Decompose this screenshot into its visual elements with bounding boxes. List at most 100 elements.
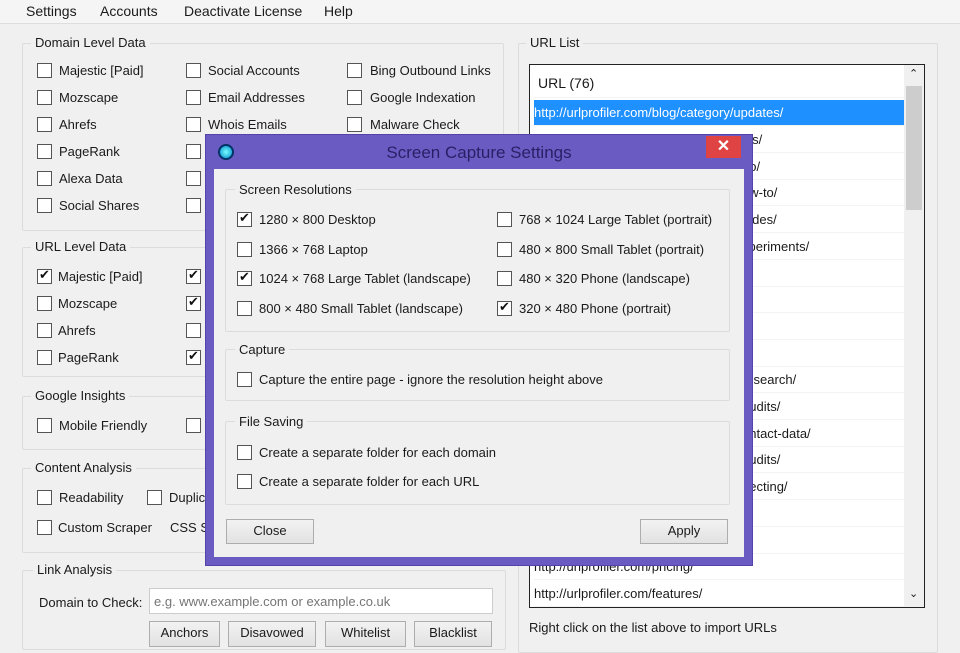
blacklist-button[interactable]: Blacklist [414, 621, 492, 647]
url-level-checkbox[interactable] [37, 350, 52, 365]
url-list-item-selected[interactable]: http://urlprofiler.com/blog/category/upd… [534, 100, 904, 126]
url-level-checkbox[interactable] [186, 267, 201, 284]
resolutions-title: Screen Resolutions [235, 182, 356, 197]
resolution-checkbox[interactable] [237, 210, 252, 227]
domain-option-label: Email Addresses [208, 90, 305, 105]
resolution-checkbox[interactable] [497, 241, 512, 257]
domain-checkbox[interactable] [186, 90, 201, 105]
scroll-down-icon[interactable]: ⌄ [909, 587, 918, 600]
url-level-checkbox[interactable] [186, 294, 201, 311]
scroll-up-icon[interactable]: ⌃ [909, 67, 918, 80]
domain-to-check-input[interactable] [149, 588, 493, 614]
file-saving-group [225, 421, 730, 505]
domain-option-label: Malware Check [370, 117, 460, 132]
url-list-item[interactable]: http://urlprofiler.com/features/ [534, 581, 904, 607]
folder-url-label: Create a separate folder for each URL [259, 474, 480, 489]
domain-checkbox[interactable] [37, 117, 52, 132]
domain-option-label: Google Indexation [370, 90, 476, 105]
menu-help[interactable]: Help [324, 3, 353, 19]
domain-checkbox[interactable] [347, 63, 362, 78]
url-level-checkbox[interactable] [186, 348, 201, 365]
whitelist-button[interactable]: Whitelist [325, 621, 406, 647]
readability-label: Readability [59, 490, 124, 505]
dialog-title: Screen Capture Settings [386, 143, 572, 162]
url-level-checkbox[interactable] [37, 323, 52, 338]
menu-accounts[interactable]: Accounts [100, 3, 158, 19]
domain-checkbox[interactable] [186, 144, 201, 159]
url-list-header[interactable]: URL (76) [534, 68, 904, 98]
close-button[interactable]: Close [226, 519, 314, 544]
folder-url-checkbox[interactable] [237, 474, 252, 489]
content-analysis-group [22, 468, 222, 553]
menu-settings[interactable]: Settings [26, 3, 77, 19]
url-level-option-label: Majestic [Paid] [58, 269, 143, 284]
domain-option-label: Bing Outbound Links [370, 63, 491, 78]
domain-option-label: Alexa Data [59, 171, 123, 186]
file-saving-title: File Saving [235, 414, 308, 429]
resolution-label: 480 × 800 Small Tablet (portrait) [519, 241, 705, 257]
google-insights-checkbox-2[interactable] [186, 418, 201, 433]
mobile-friendly-checkbox[interactable] [37, 418, 52, 433]
capture-title: Capture [235, 342, 290, 357]
url-list-title: URL List [526, 35, 584, 50]
resolution-checkbox[interactable] [497, 271, 512, 286]
domain-checkbox[interactable] [37, 144, 52, 159]
resolution-checkbox[interactable] [237, 269, 252, 286]
resolution-checkbox[interactable] [497, 299, 512, 316]
url-level-checkbox[interactable] [186, 323, 201, 338]
url-level-option-label: Mozscape [58, 296, 118, 311]
domain-option-label: Social Shares [59, 198, 140, 213]
domain-option-label: Whois Emails [208, 117, 287, 132]
google-insights-title: Google Insights [31, 388, 130, 403]
disavowed-button[interactable]: Disavowed [228, 621, 316, 647]
link-analysis-title: Link Analysis [33, 562, 117, 577]
custom-scraper-label: Custom Scraper [58, 520, 152, 535]
resolution-label: 1366 × 768 Laptop [259, 241, 368, 257]
dialog-close-icon[interactable]: ✕ [706, 136, 741, 158]
menu-bar: Settings Accounts Deactivate License Hel… [0, 0, 960, 24]
anchors-button[interactable]: Anchors [149, 621, 220, 647]
domain-checkbox[interactable] [37, 198, 52, 213]
resolution-label: 800 × 480 Small Tablet (landscape) [259, 300, 463, 316]
domain-checkbox[interactable] [37, 171, 52, 186]
domain-checkbox[interactable] [186, 117, 201, 132]
duplicate-label: Duplic [169, 490, 206, 505]
domain-option-label: Mozscape [59, 90, 119, 105]
custom-scraper-checkbox[interactable] [37, 520, 52, 535]
menu-deactivate-license[interactable]: Deactivate License [184, 3, 302, 19]
readability-checkbox[interactable] [37, 490, 52, 505]
scroll-thumb[interactable] [906, 86, 922, 210]
url-level-option-label: Ahrefs [58, 323, 96, 338]
resolution-checkbox[interactable] [497, 212, 512, 227]
url-level-option-label: PageRank [58, 350, 119, 365]
domain-option-label: Ahrefs [59, 117, 97, 132]
mobile-friendly-label: Mobile Friendly [59, 418, 148, 433]
dialog-body: Screen Resolutions 1280 × 800 Desktop 136… [214, 169, 744, 557]
resolution-checkbox[interactable] [237, 300, 252, 316]
folder-domain-label: Create a separate folder for each domain [259, 445, 497, 460]
capture-entire-checkbox[interactable] [237, 372, 252, 387]
domain-checkbox[interactable] [347, 117, 362, 132]
content-analysis-title: Content Analysis [31, 460, 136, 475]
resolution-checkbox[interactable] [237, 241, 252, 257]
url-level-checkbox[interactable] [37, 267, 52, 284]
apply-button[interactable]: Apply [640, 519, 728, 544]
screen-capture-dialog: Screen Capture Settings ✕ Screen Resolut… [205, 134, 753, 566]
url-list-hint: Right click on the list above to import … [529, 620, 777, 635]
folder-domain-checkbox[interactable] [237, 445, 252, 460]
domain-option-label: PageRank [59, 144, 120, 159]
url-level-checkbox[interactable] [37, 296, 52, 311]
domain-checkbox[interactable] [186, 198, 201, 213]
resolution-label: 768 × 1024 Large Tablet (portrait) [519, 212, 713, 227]
domain-option-label: Majestic [Paid] [59, 63, 144, 78]
domain-checkbox[interactable] [347, 90, 362, 105]
resolution-label: 320 × 480 Phone (portrait) [519, 300, 672, 316]
domain-checkbox[interactable] [37, 90, 52, 105]
domain-to-check-label: Domain to Check: [39, 595, 143, 610]
duplicate-checkbox[interactable] [147, 490, 162, 505]
domain-checkbox[interactable] [186, 171, 201, 186]
resolution-label: 480 × 320 Phone (landscape) [519, 271, 690, 286]
url-list-scrollbar[interactable]: ⌃ ⌄ [904, 65, 924, 607]
domain-checkbox[interactable] [186, 63, 201, 78]
domain-checkbox[interactable] [37, 63, 52, 78]
